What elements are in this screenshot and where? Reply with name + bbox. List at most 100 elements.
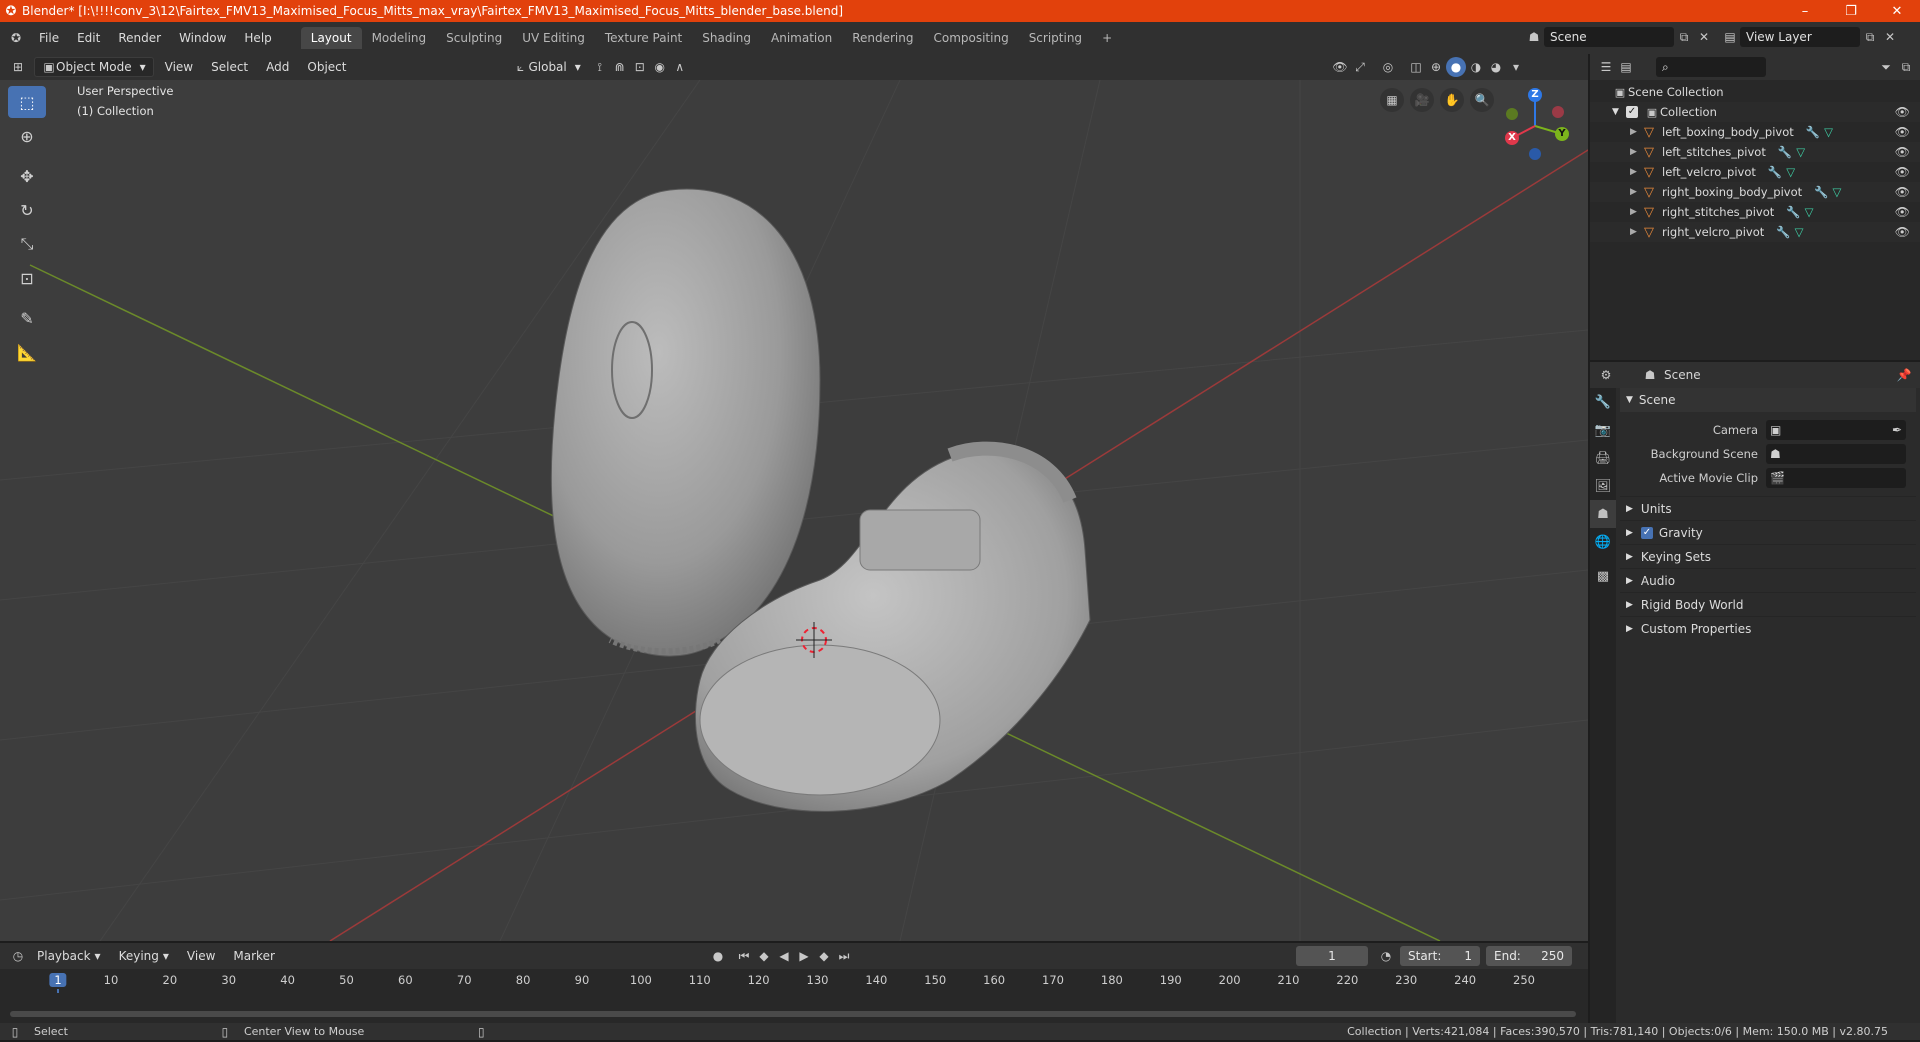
rendered-shading-icon[interactable]: ◕ — [1486, 57, 1506, 77]
jump-end-icon[interactable]: ⏭ — [834, 946, 854, 966]
jump-start-icon[interactable]: ⏮ — [734, 946, 754, 966]
close-button[interactable]: ✕ — [1874, 0, 1920, 22]
tab-compositing[interactable]: Compositing — [923, 27, 1018, 49]
gizmo-z-axis[interactable]: Z — [1528, 88, 1542, 102]
tab-rendering[interactable]: Rendering — [842, 27, 923, 49]
eye-icon[interactable]: 👁 — [1895, 225, 1910, 239]
mesh-data-icon[interactable]: ▽ — [1805, 205, 1814, 219]
subsection-audio[interactable]: ▶ Audio — [1620, 568, 1916, 592]
tab-sculpting[interactable]: Sculpting — [436, 27, 512, 49]
play-reverse-icon[interactable]: ◀ — [774, 946, 794, 966]
subsection-rigid-body-world[interactable]: ▶ Rigid Body World — [1620, 592, 1916, 616]
tab-scripting[interactable]: Scripting — [1019, 27, 1092, 49]
tab-animation[interactable]: Animation — [761, 27, 842, 49]
maximize-button[interactable]: ❐ — [1828, 0, 1874, 22]
tab-modeling[interactable]: Modeling — [362, 27, 437, 49]
movie-clip-field[interactable]: 🎬 — [1766, 468, 1906, 488]
timeline-scrollbar[interactable] — [10, 1011, 1576, 1017]
expand-arrow-icon[interactable]: ▶ — [1630, 147, 1644, 157]
eye-icon[interactable]: 👁 — [1895, 185, 1910, 199]
menu-select[interactable]: Select — [204, 57, 255, 77]
expand-arrow-icon[interactable]: ▶ — [1630, 207, 1644, 217]
background-scene-field[interactable]: ☗ — [1766, 444, 1906, 464]
properties-editor-type-icon[interactable]: ⚙ — [1596, 365, 1616, 385]
eye-icon[interactable]: 👁 — [1895, 125, 1910, 139]
outliner-item[interactable]: ▶ ▽ left_stitches_pivot 🔧 ▽ 👁 — [1590, 142, 1920, 162]
eye-icon[interactable]: 👁 — [1895, 105, 1910, 119]
filter-icon[interactable]: ⏷ — [1876, 57, 1896, 77]
playhead-frame-indicator[interactable]: 1 — [49, 973, 67, 987]
outliner-collection[interactable]: ▼ ✓ ▣ Collection 👁 — [1590, 102, 1920, 122]
transform-orientation-selector[interactable]: ⟀ Global ▾ — [505, 57, 587, 77]
cursor-tool-icon[interactable]: ⊕ — [8, 120, 46, 152]
menu-file[interactable]: File — [30, 27, 68, 49]
outliner-scene-collection[interactable]: ▣ Scene Collection — [1590, 82, 1920, 102]
overlay-toggle-icon[interactable]: ◎ — [1378, 57, 1398, 77]
menu-render[interactable]: Render — [109, 27, 170, 49]
menu-window[interactable]: Window — [170, 27, 235, 49]
view-layer-field[interactable]: View Layer — [1740, 27, 1860, 47]
outliner-editor-type-icon[interactable]: ☰ — [1596, 57, 1616, 77]
menu-timeline-view[interactable]: View — [180, 946, 222, 966]
record-icon[interactable]: ● — [708, 946, 728, 966]
add-workspace-button[interactable]: + — [1092, 27, 1122, 49]
shading-options-icon[interactable]: ▾ — [1506, 57, 1526, 77]
menu-view[interactable]: View — [158, 57, 200, 77]
view-layer-tab-icon[interactable]: 🖼 — [1590, 472, 1616, 500]
mesh-data-icon[interactable]: ▽ — [1832, 185, 1841, 199]
rotate-tool-icon[interactable]: ↻ — [8, 194, 46, 226]
editor-type-icon[interactable]: ⊞ — [8, 57, 28, 77]
tab-uv-editing[interactable]: UV Editing — [512, 27, 595, 49]
pivot-point-icon[interactable]: ⟟ — [590, 57, 610, 77]
menu-playback[interactable]: Playback ▾ — [30, 946, 108, 966]
modifier-wrench-icon[interactable]: 🔧 — [1768, 165, 1782, 179]
current-frame-field[interactable]: 1 — [1296, 946, 1368, 966]
mesh-data-icon[interactable]: ▽ — [1795, 225, 1804, 239]
gizmo-y-axis[interactable]: Y — [1555, 127, 1569, 141]
snap-icon[interactable]: ⋒ — [610, 57, 630, 77]
modifier-wrench-icon[interactable]: 🔧 — [1776, 225, 1790, 239]
start-frame-field[interactable]: Start: 1 — [1400, 946, 1480, 966]
modifier-wrench-icon[interactable]: 🔧 — [1786, 205, 1800, 219]
eye-icon[interactable]: 👁 — [1895, 205, 1910, 219]
camera-view-icon[interactable]: 🎥 — [1410, 88, 1434, 112]
outliner-item[interactable]: ▶ ▽ right_stitches_pivot 🔧 ▽ 👁 — [1590, 202, 1920, 222]
prev-keyframe-icon[interactable]: ◆ — [754, 946, 774, 966]
expand-arrow-icon[interactable]: ▶ — [1630, 187, 1644, 197]
annotate-tool-icon[interactable]: ✎ — [8, 302, 46, 334]
timeline-track-area[interactable] — [0, 993, 1588, 1023]
menu-help[interactable]: Help — [235, 27, 280, 49]
world-tab-icon[interactable]: 🌐 — [1590, 528, 1616, 556]
mesh-data-icon[interactable]: ▽ — [1796, 145, 1805, 159]
modifier-wrench-icon[interactable]: 🔧 — [1814, 185, 1828, 199]
menu-keying[interactable]: Keying ▾ — [112, 946, 176, 966]
falloff-icon[interactable]: ∧ — [670, 57, 690, 77]
material-shading-icon[interactable]: ◑ — [1466, 57, 1486, 77]
subsection-gravity[interactable]: ▶ ✓ Gravity — [1620, 520, 1916, 544]
scene-tab-icon[interactable]: ☗ — [1590, 500, 1616, 528]
outliner-item[interactable]: ▶ ▽ right_boxing_body_pivot 🔧 ▽ 👁 — [1590, 182, 1920, 202]
menu-marker[interactable]: Marker — [226, 946, 281, 966]
eyedropper-icon[interactable]: ✒ — [1892, 423, 1902, 437]
minimize-button[interactable]: – — [1782, 0, 1828, 22]
collection-checkbox[interactable]: ✓ — [1626, 106, 1638, 118]
timeline-editor-type-icon[interactable]: ◷ — [8, 946, 28, 966]
navigation-gizmo[interactable]: Z Y X — [1500, 88, 1570, 164]
eye-icon[interactable]: 👁 — [1895, 145, 1910, 159]
modifier-wrench-icon[interactable]: 🔧 — [1806, 125, 1820, 139]
move-tool-icon[interactable]: ✥ — [8, 160, 46, 192]
tab-shading[interactable]: Shading — [692, 27, 761, 49]
mesh-data-icon[interactable]: ▽ — [1786, 165, 1795, 179]
modifier-wrench-icon[interactable]: 🔧 — [1778, 145, 1792, 159]
mode-selector[interactable]: ▣ Object Mode ▾ — [34, 57, 154, 77]
gravity-checkbox[interactable]: ✓ — [1640, 526, 1653, 539]
toggle-ortho-icon[interactable]: ▦ — [1380, 88, 1404, 112]
zoom-icon[interactable]: 🔍 — [1470, 88, 1494, 112]
display-mode-icon[interactable]: ▤ — [1616, 57, 1636, 77]
tab-texture-paint[interactable]: Texture Paint — [595, 27, 692, 49]
gizmo-toggle-icon[interactable]: ⤢ — [1350, 57, 1370, 77]
tool-tab-icon[interactable]: 🔧 — [1590, 388, 1616, 416]
eye-icon[interactable]: 👁 — [1895, 165, 1910, 179]
next-keyframe-icon[interactable]: ◆ — [814, 946, 834, 966]
expand-arrow-icon[interactable]: ▶ — [1630, 227, 1644, 237]
